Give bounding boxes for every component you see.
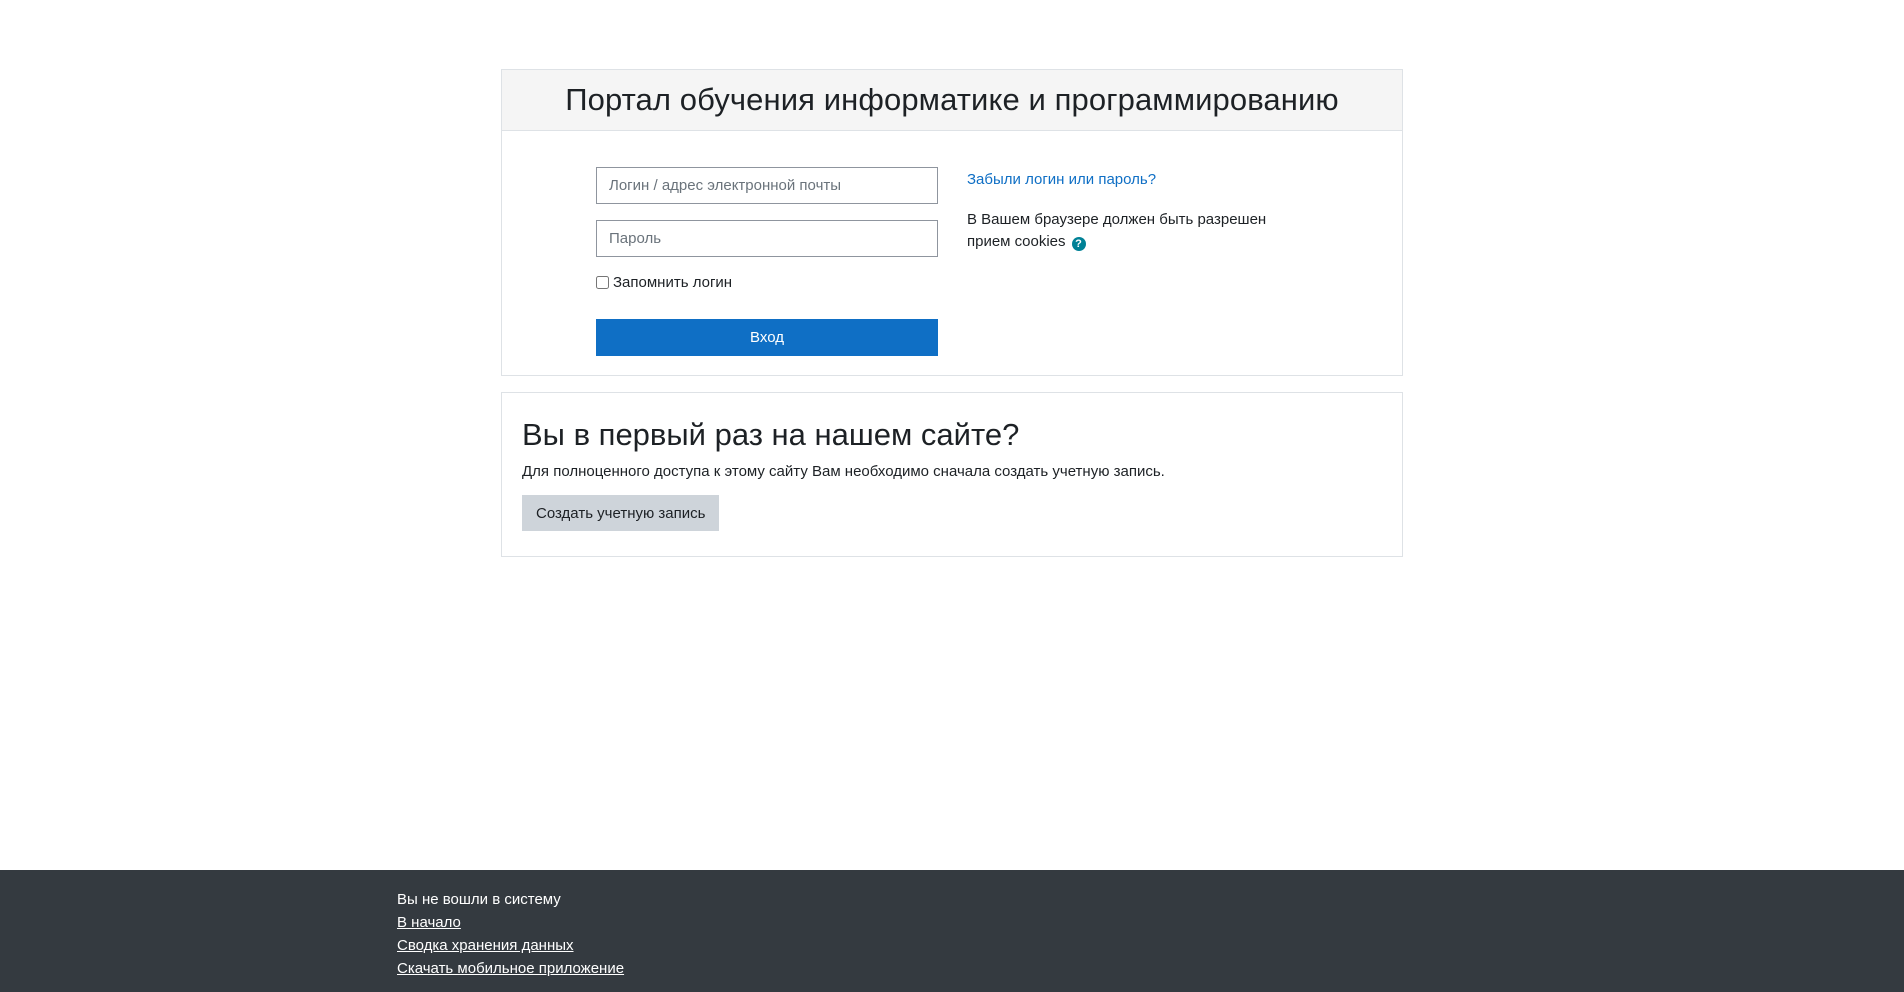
site-title: Портал обучения информатике и программир… bbox=[565, 82, 1339, 117]
login-button[interactable]: Вход bbox=[596, 319, 938, 356]
cookies-note-text: В Вашем браузере должен быть разрешен пр… bbox=[967, 211, 1267, 250]
signup-description: Для полноценного доступа к этому сайту В… bbox=[522, 463, 1165, 480]
question-circle-icon[interactable]: ? bbox=[1071, 237, 1086, 251]
remember-username-label: Запомнить логин bbox=[613, 274, 733, 291]
page: Портал обучения информатике и программир… bbox=[0, 0, 1904, 992]
footer: Вы не вошли в систему В начало Сводка хр… bbox=[0, 870, 1904, 992]
remember-username-checkbox[interactable] bbox=[596, 276, 609, 289]
username-input[interactable] bbox=[596, 167, 938, 204]
footer-link-data-retention[interactable]: Сводка хранения данных bbox=[397, 937, 574, 954]
login-card: Портал обучения информатике и программир… bbox=[501, 69, 1403, 376]
cookies-note: В Вашем браузере должен быть разрешен пр… bbox=[967, 209, 1287, 253]
forgot-password-link[interactable]: Забыли логин или пароль? bbox=[967, 169, 1156, 191]
footer-link-home[interactable]: В начало bbox=[397, 914, 461, 931]
login-body: Запомнить логин Вход Забыли логин или па… bbox=[502, 131, 1402, 375]
signup-title: Вы в первый раз на нашем сайте? bbox=[522, 417, 1020, 452]
footer-content: Вы не вошли в систему В начало Сводка хр… bbox=[397, 888, 624, 980]
remember-username[interactable]: Запомнить логин bbox=[596, 274, 732, 291]
create-account-button[interactable]: Создать учетную запись bbox=[522, 495, 720, 531]
signup-card: Вы в первый раз на нашем сайте? Для полн… bbox=[501, 392, 1403, 557]
footer-link-mobile-app[interactable]: Скачать мобильное приложение bbox=[397, 960, 624, 977]
login-info: Забыли логин или пароль? В Вашем браузер… bbox=[967, 169, 1287, 253]
login-header: Портал обучения информатике и программир… bbox=[502, 70, 1402, 131]
login-status: Вы не вошли в систему bbox=[397, 891, 561, 908]
password-input[interactable] bbox=[596, 220, 938, 257]
